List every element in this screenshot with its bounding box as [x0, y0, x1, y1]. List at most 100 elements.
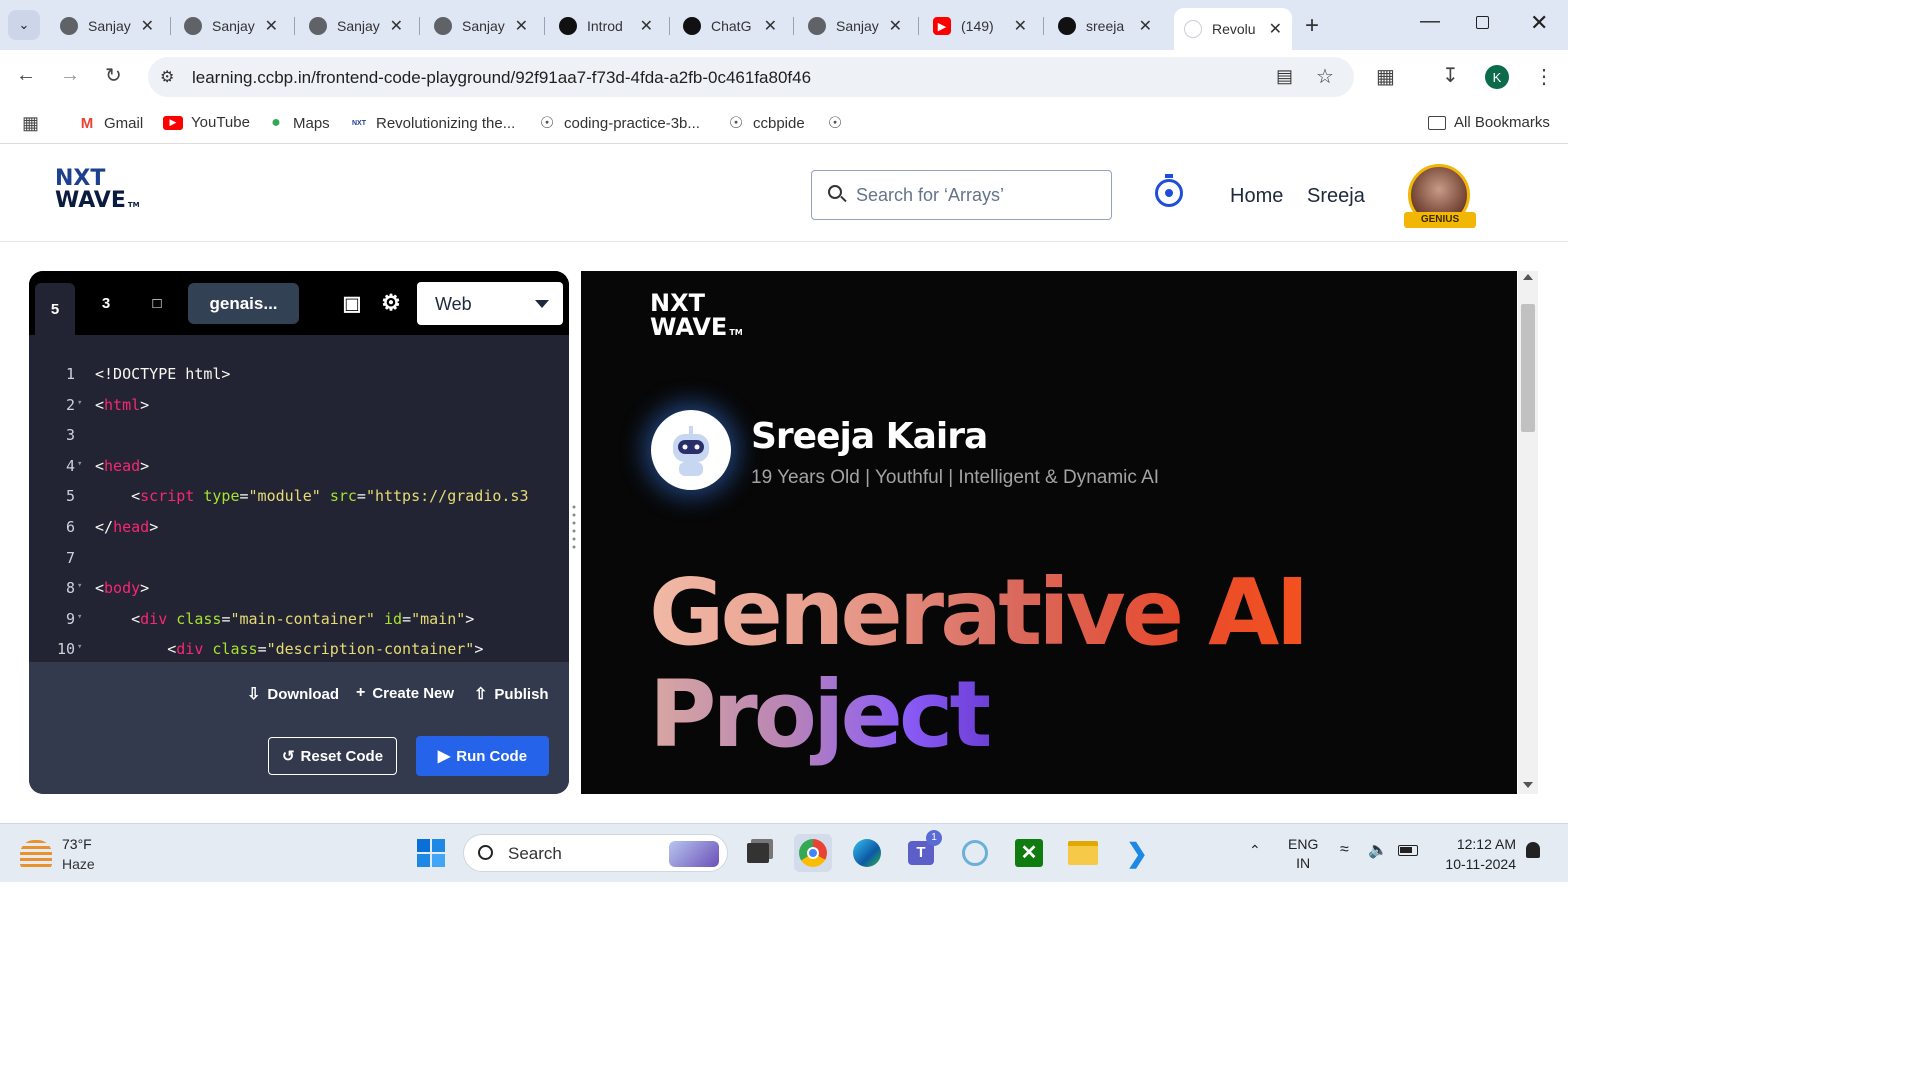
notification-bell-icon[interactable]	[1526, 842, 1540, 858]
browser-tab[interactable]: Sanjay ✕	[174, 8, 288, 44]
minimize-button[interactable]: —	[1420, 10, 1440, 33]
windows-start-icon[interactable]	[412, 834, 450, 872]
extensions-icon[interactable]: ▦	[1376, 64, 1395, 89]
back-icon[interactable]: ←	[16, 64, 36, 87]
close-tab-icon[interactable]: ✕	[1269, 19, 1282, 39]
scroll-up-arrow[interactable]	[1523, 274, 1533, 280]
css-file-icon[interactable]: 3	[86, 283, 126, 323]
fold-arrow-icon[interactable]: ▾	[77, 612, 82, 622]
teams-icon[interactable]: T1	[902, 830, 942, 872]
bookmark-coding-practice[interactable]: ☉ coding-practice-3b...	[538, 114, 700, 133]
site-info-icon[interactable]: ⚙	[160, 67, 174, 87]
vscode-icon[interactable]: ❯	[1118, 834, 1156, 872]
output-preview[interactable]: NXT WAVE TM Sreeja Kaira 19 Years Old | Y…	[581, 271, 1517, 794]
reload-icon[interactable]: ↻	[105, 63, 122, 88]
close-tab-icon[interactable]: ✕	[265, 16, 278, 36]
code-line[interactable]: 2 ▾ <html>	[29, 396, 569, 426]
bookmark-star-icon[interactable]: ☆	[1316, 64, 1334, 89]
forward-icon[interactable]: →	[60, 64, 80, 87]
language-indicator[interactable]: ENG IN	[1288, 835, 1318, 873]
reset-code-button[interactable]: ↺ Reset Code	[268, 737, 397, 775]
battery-icon[interactable]	[1398, 845, 1418, 856]
code-line[interactable]: 4 ▾ <head>	[29, 457, 569, 487]
code-line[interactable]: 8 ▾ <body>	[29, 579, 569, 609]
app-icon[interactable]	[956, 834, 994, 872]
preview-scrollbar[interactable]	[1518, 271, 1538, 794]
xbox-icon[interactable]: ✕	[1010, 834, 1048, 872]
html-file-icon[interactable]: 5	[35, 283, 75, 335]
file-name-tab[interactable]: genais...	[188, 283, 299, 324]
browser-tab[interactable]: ▶ (149) ✕	[923, 8, 1037, 44]
browser-tab[interactable]: ChatG ✕	[673, 8, 787, 44]
panel-resize-handle[interactable]	[571, 501, 577, 551]
bookmark-revolutionizing[interactable]: NXT Revolutionizing the...	[350, 114, 515, 132]
browser-tab[interactable]: Sanjay ✕	[50, 8, 164, 44]
bookmark-ccbpide[interactable]: ☉ ccbpide	[727, 114, 805, 133]
new-tab-button[interactable]: +	[1305, 12, 1319, 40]
browser-tab[interactable]: Revolu ✕	[1174, 8, 1292, 50]
volume-icon[interactable]: 🔈	[1368, 840, 1388, 860]
create-new-button[interactable]: + Create New	[356, 684, 454, 702]
task-view-icon[interactable]	[739, 834, 777, 872]
scrollbar-thumb[interactable]	[1521, 304, 1535, 432]
browser-tab[interactable]: sreeja ✕	[1048, 8, 1162, 44]
downloads-icon[interactable]: ↧	[1442, 63, 1459, 88]
wifi-icon[interactable]: ≈	[1340, 841, 1349, 859]
js-file-icon[interactable]: □	[137, 283, 177, 323]
scroll-down-arrow[interactable]	[1523, 782, 1533, 788]
restore-button[interactable]	[1476, 16, 1489, 29]
weather-widget[interactable]: 73°F Haze	[20, 834, 95, 874]
run-code-button[interactable]: ▶ Run Code	[416, 736, 549, 776]
url-text[interactable]: learning.ccbp.in/frontend-code-playgroun…	[192, 68, 811, 88]
profile-avatar[interactable]: K	[1485, 65, 1509, 89]
stopwatch-icon[interactable]	[1155, 179, 1183, 207]
code-line[interactable]: 3	[29, 426, 569, 456]
close-tab-icon[interactable]: ✕	[390, 16, 403, 36]
bookmark-maps[interactable]: ● Maps	[267, 114, 330, 132]
menu-kebab-icon[interactable]: ⋮	[1534, 64, 1554, 89]
install-app-icon[interactable]: ▤	[1276, 66, 1293, 87]
address-bar[interactable]: ⚙ learning.ccbp.in/frontend-code-playgro…	[148, 57, 1354, 97]
nav-user-link[interactable]: Sreeja	[1307, 185, 1365, 208]
browser-tab[interactable]: Sanjay ✕	[798, 8, 912, 44]
apps-grid-icon[interactable]: ▦	[22, 113, 39, 134]
nav-home-link[interactable]: Home	[1230, 185, 1283, 208]
close-window-button[interactable]: ✕	[1530, 10, 1548, 36]
fold-arrow-icon[interactable]: ▾	[77, 581, 82, 591]
code-line[interactable]: 9 ▾ <div class="main-container" id="main"…	[29, 610, 569, 640]
tray-chevron-icon[interactable]: ⌃	[1249, 842, 1261, 859]
fold-arrow-icon[interactable]: ▾	[77, 642, 82, 652]
download-button[interactable]: ⇩ Download	[247, 684, 339, 704]
close-tab-icon[interactable]: ✕	[515, 16, 528, 36]
file-explorer-icon[interactable]	[1064, 834, 1102, 872]
nxtwave-logo[interactable]: NXT WAVE TM	[55, 168, 140, 216]
close-tab-icon[interactable]: ✕	[141, 16, 154, 36]
bookmark-gmail[interactable]: M Gmail	[78, 114, 143, 132]
edge-icon[interactable]	[848, 834, 886, 872]
settings-gear-icon[interactable]: ⚙	[371, 283, 411, 323]
mode-select[interactable]: Web	[417, 282, 563, 325]
close-tab-icon[interactable]: ✕	[764, 16, 777, 36]
fold-arrow-icon[interactable]: ▾	[77, 398, 82, 408]
fold-arrow-icon[interactable]: ▾	[77, 459, 82, 469]
taskbar-search[interactable]: Search	[463, 834, 728, 872]
code-line[interactable]: 1 <!DOCTYPE html>	[29, 365, 569, 395]
publish-button[interactable]: ⇧ Publish	[474, 684, 549, 704]
close-tab-icon[interactable]: ✕	[889, 16, 902, 36]
save-icon[interactable]: ▣	[332, 283, 372, 323]
close-tab-icon[interactable]: ✕	[640, 16, 653, 36]
browser-tab[interactable]: Sanjay ✕	[299, 8, 413, 44]
all-bookmarks-button[interactable]: All Bookmarks	[1428, 114, 1550, 131]
tab-search-button[interactable]: ⌄	[8, 10, 40, 40]
code-line[interactable]: 7	[29, 549, 569, 579]
browser-tab[interactable]: Sanjay ✕	[424, 8, 538, 44]
code-line[interactable]: 6 </head>	[29, 518, 569, 548]
site-search-input[interactable]: Search for ‘Arrays’	[811, 170, 1112, 220]
bookmark-untitled[interactable]: ☉	[826, 114, 852, 132]
chrome-icon[interactable]	[794, 834, 832, 872]
close-tab-icon[interactable]: ✕	[1014, 16, 1027, 36]
code-line[interactable]: 5 <script type="module" src="https://gra…	[29, 487, 569, 517]
clock[interactable]: 12:12 AM 10-11-2024	[1436, 834, 1516, 874]
close-tab-icon[interactable]: ✕	[1139, 16, 1152, 36]
bookmark-youtube[interactable]: ▶ YouTube	[163, 114, 250, 131]
